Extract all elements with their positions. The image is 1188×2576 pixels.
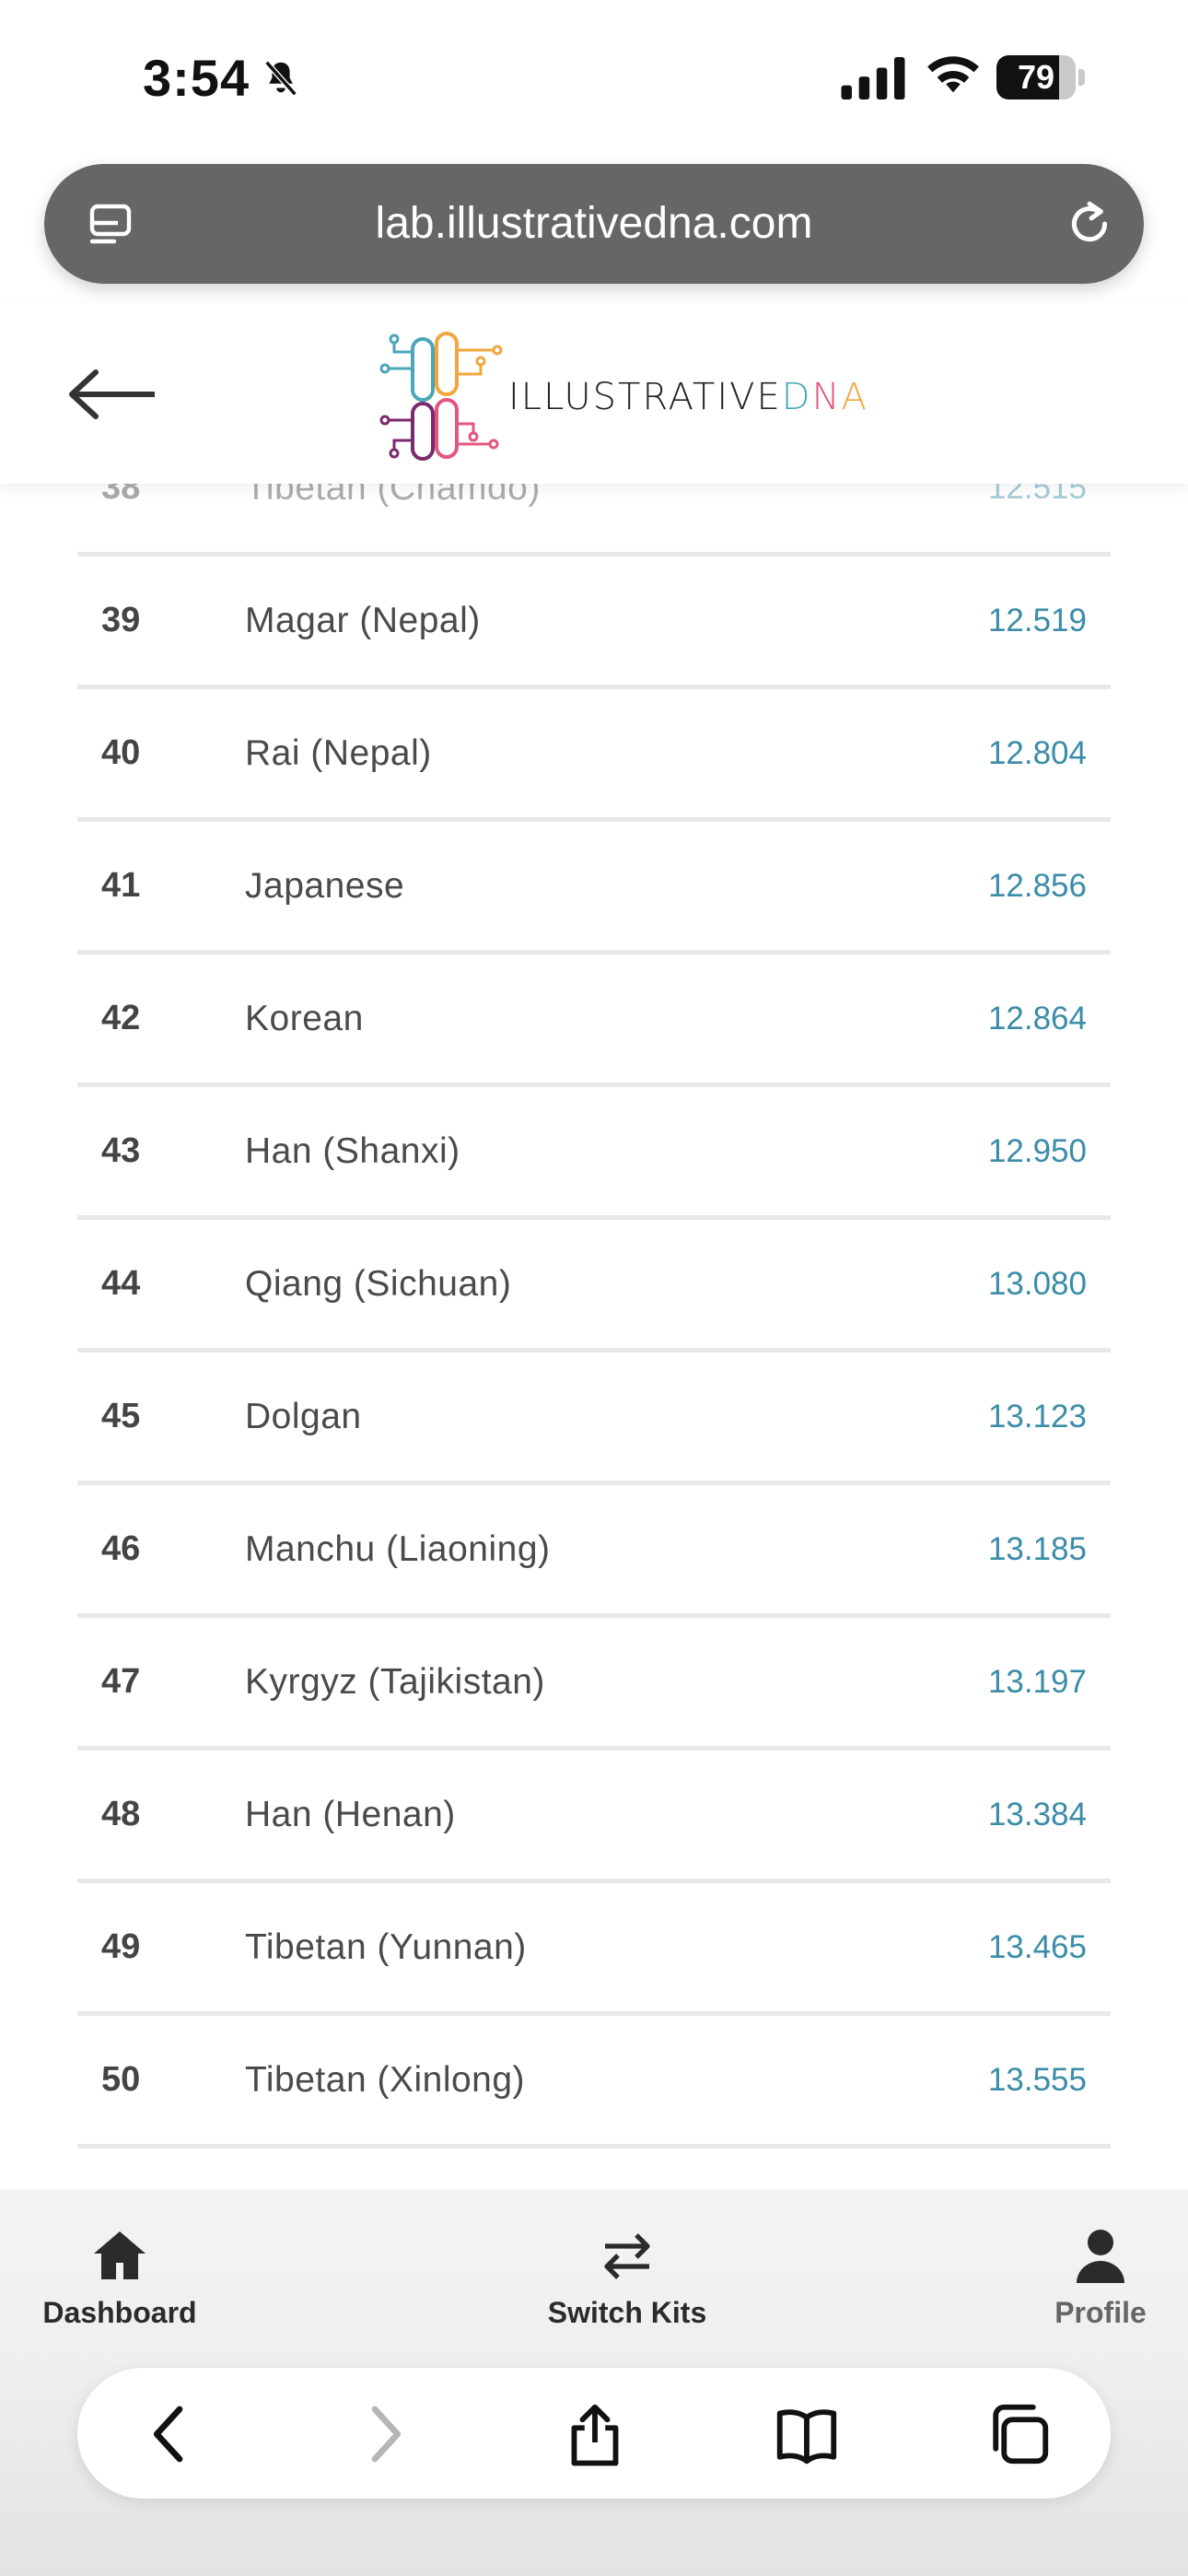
home-icon (94, 2231, 146, 2279)
status-time: 3:54 (143, 49, 250, 107)
table-row[interactable]: 40 Rai (Nepal) 12.804 (77, 689, 1111, 822)
nav-profile-label: Profile (1054, 2296, 1147, 2329)
distance-cell: 12.519 (987, 603, 1087, 638)
table-row[interactable]: 47 Kyrgyz (Tajikistan) 13.197 (77, 1618, 1111, 1751)
population-cell: Qiang (Sichuan) (245, 1264, 512, 1304)
population-cell: Korean (245, 999, 364, 1038)
rank-cell: 49 (101, 1927, 141, 1966)
rank-cell: 44 (101, 1264, 141, 1303)
table-row[interactable]: 44 Qiang (Sichuan) 13.080 (77, 1220, 1111, 1352)
rank-cell: 47 (101, 1662, 141, 1701)
table-row[interactable]: 48 Han (Henan) 13.384 (77, 1751, 1111, 1883)
distance-cell: 13.080 (987, 1266, 1087, 1302)
population-cell: Tibetan (Yunnan) (245, 1927, 527, 1967)
distance-cell: 12.804 (987, 735, 1087, 771)
table-row[interactable]: 49 Tibetan (Yunnan) 13.465 (77, 1883, 1111, 2016)
rank-cell: 48 (101, 1795, 141, 1833)
logo-icon (379, 332, 503, 461)
distance-cell: 13.465 (987, 1929, 1087, 1965)
population-cell: Han (Shanxi) (245, 1131, 460, 1171)
status-bar: 3:54 79 (0, 0, 1188, 157)
distance-cell: 13.185 (987, 1531, 1087, 1567)
rank-cell: 42 (101, 999, 141, 1037)
population-cell: Han (Henan) (245, 1795, 456, 1834)
distance-cell: 13.197 (987, 1664, 1087, 1700)
switch-arrows-icon (604, 2233, 650, 2279)
table-row[interactable]: 41 Japanese 12.856 (77, 822, 1111, 954)
distance-cell: 13.384 (987, 1797, 1087, 1832)
logo-wordmark: ILLUSTRATIVEDNA (508, 376, 868, 418)
browser-toolbar (77, 2368, 1111, 2499)
battery-percent: 79 (1017, 58, 1055, 96)
population-cell: Kyrgyz (Tajikistan) (245, 1662, 545, 1702)
distance-cell: 12.950 (987, 1133, 1087, 1169)
rank-cell: 46 (101, 1529, 141, 1568)
nav-switch-kits[interactable]: Switch Kits (498, 2207, 756, 2336)
url-text[interactable]: lab.illustrativedna.com (44, 164, 1144, 284)
bookmarks-icon[interactable] (774, 2401, 840, 2467)
tabs-overview-icon[interactable] (985, 2401, 1052, 2467)
population-cell: Tibetan (Xinlong) (245, 2060, 526, 2100)
population-cell: Dolgan (245, 1397, 362, 1436)
person-icon (1077, 2230, 1124, 2283)
population-cell: Japanese (245, 866, 405, 906)
distance-cell: 12.856 (987, 868, 1087, 904)
reload-icon[interactable] (1063, 197, 1116, 251)
browser-back-icon[interactable] (138, 2401, 204, 2467)
app-header: ILLUSTRATIVEDNA (0, 304, 1188, 484)
rank-cell: 39 (101, 601, 141, 639)
population-cell: Magar (Nepal) (245, 601, 481, 640)
nav-dashboard[interactable]: Dashboard (0, 2207, 249, 2336)
rank-cell: 43 (101, 1131, 141, 1170)
table-row[interactable]: 42 Korean 12.864 (77, 954, 1111, 1087)
browser-forward-icon[interactable] (350, 2401, 416, 2467)
table-row[interactable]: 43 Han (Shanxi) 12.950 (77, 1087, 1111, 1220)
nav-profile[interactable]: Profile (972, 2207, 1188, 2336)
distance-cell: 12.864 (987, 1001, 1087, 1036)
nav-dashboard-label: Dashboard (42, 2296, 197, 2329)
population-cell: Manchu (Liaoning) (245, 1529, 551, 1569)
cellular-signal-icon (841, 57, 905, 100)
bell-muted-icon (264, 60, 297, 97)
rank-cell: 40 (101, 733, 141, 772)
rank-cell: 50 (101, 2060, 141, 2099)
table-row[interactable]: 39 Magar (Nepal) 12.519 (77, 556, 1111, 689)
population-cell: Rai (Nepal) (245, 733, 432, 773)
table-row[interactable]: 46 Manchu (Liaoning) 13.185 (77, 1485, 1111, 1618)
rank-cell: 45 (101, 1397, 141, 1435)
rank-cell: 41 (101, 866, 141, 905)
battery-indicator: 79 (996, 55, 1085, 100)
table-row[interactable]: 50 Tibetan (Xinlong) 13.555 (77, 2016, 1111, 2149)
table-row[interactable]: 45 Dolgan 13.123 (77, 1352, 1111, 1485)
address-bar[interactable]: lab.illustrativedna.com (44, 164, 1144, 284)
distance-cell: 13.123 (987, 1399, 1087, 1434)
share-icon[interactable] (562, 2401, 628, 2467)
back-arrow-icon[interactable] (66, 369, 158, 420)
nav-switch-kits-label: Switch Kits (547, 2296, 707, 2329)
wifi-icon (927, 56, 979, 93)
distance-cell: 13.555 (987, 2062, 1087, 2098)
